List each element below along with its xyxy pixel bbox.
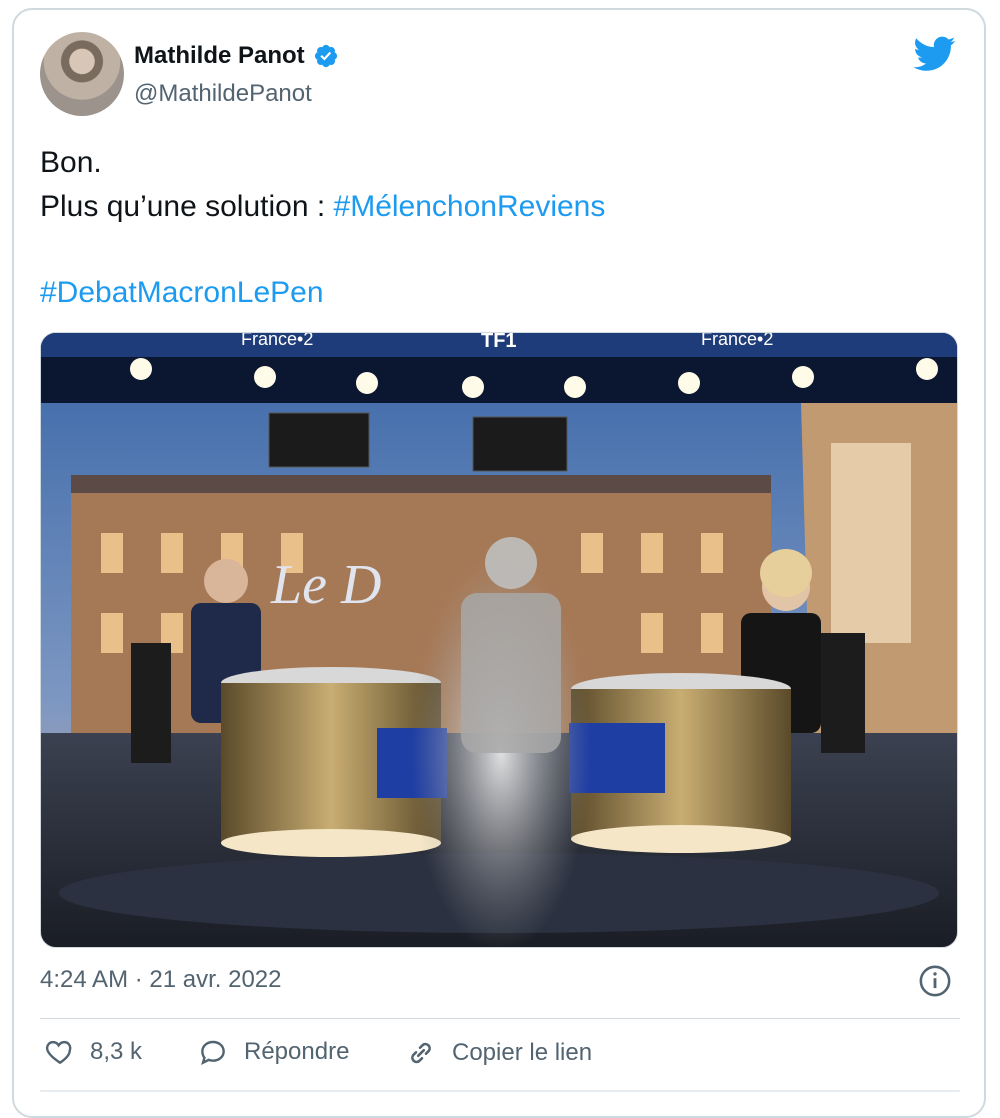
reply-label: Répondre <box>244 1038 350 1065</box>
link-icon <box>411 1042 431 1064</box>
bottom-divider <box>40 1090 960 1092</box>
tweet-text-line-1: Bon. <box>40 146 102 179</box>
like-button[interactable]: 8,3 k <box>44 1036 142 1068</box>
debate-photo: France•2 TF1 France•2 Le D <box>41 333 957 947</box>
author-name-row[interactable]: Mathilde Panot <box>134 42 339 70</box>
set-sign-text: Le D <box>270 554 381 616</box>
tweet-text-prefix: Plus qu’une solution : <box>40 190 334 223</box>
tweet-text-line-2: Plus qu’une solution : #MélenchonReviens <box>40 190 605 224</box>
copy-link-button[interactable]: Copier le lien <box>404 1036 592 1070</box>
hashtag-link[interactable]: #MélenchonReviens <box>334 190 606 223</box>
copy-link-label: Copier le lien <box>452 1039 593 1066</box>
like-count: 8,3 k <box>90 1038 143 1065</box>
reply-icon <box>201 1040 225 1065</box>
tweet-timestamp[interactable]: 4:24 AM · 21 avr. 2022 <box>40 966 282 994</box>
banner-right: France•2 <box>701 333 773 349</box>
tweet-media-image[interactable]: France•2 TF1 France•2 Le D <box>40 332 958 948</box>
hashtag-link[interactable]: #DebatMacronLePen <box>40 276 324 310</box>
twitter-bird-icon[interactable] <box>914 36 956 72</box>
heart-icon <box>45 1040 72 1065</box>
author-display-name[interactable]: Mathilde Panot <box>134 42 305 70</box>
banner-left: France•2 <box>241 333 313 349</box>
info-icon[interactable] <box>918 964 952 998</box>
author-handle[interactable]: @MathildePanot <box>134 80 312 108</box>
avatar[interactable] <box>40 32 124 116</box>
reply-button[interactable]: Répondre <box>196 1036 349 1068</box>
banner-center: TF1 <box>481 333 517 352</box>
verified-badge-icon <box>314 44 337 68</box>
divider <box>40 1018 960 1019</box>
